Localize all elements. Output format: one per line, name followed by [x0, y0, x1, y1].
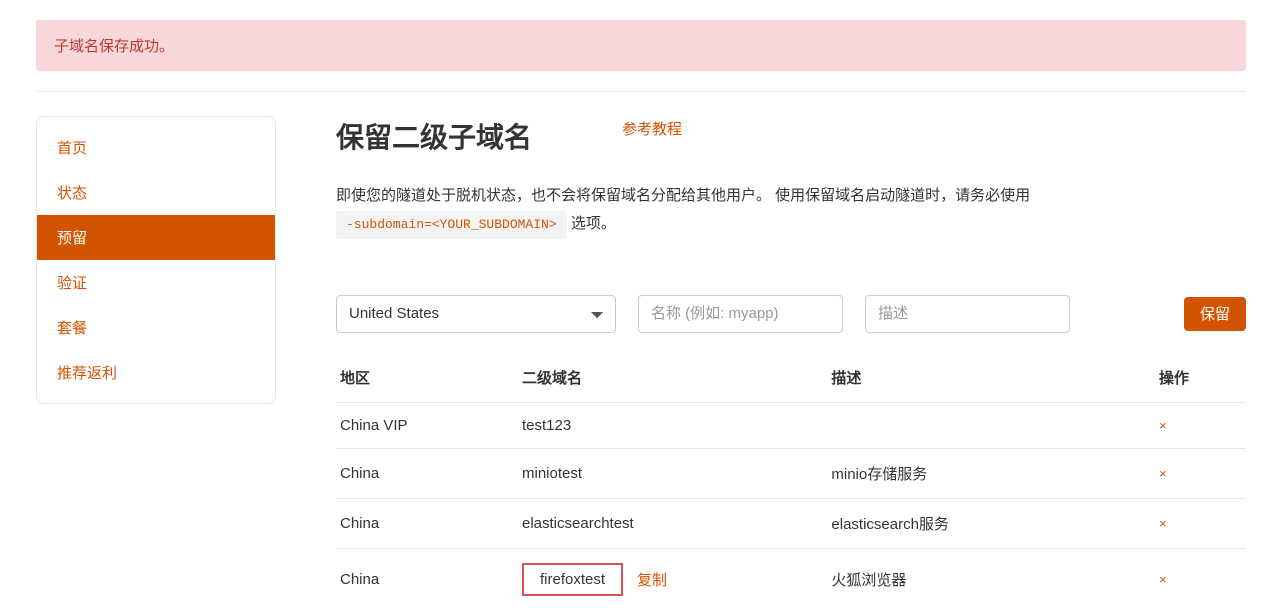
th-domain: 二级域名 [518, 353, 827, 403]
cell-domain: miniotest [518, 448, 827, 498]
cell-desc: elasticsearch服务 [827, 498, 1155, 548]
name-input[interactable] [638, 295, 843, 333]
page-title: 保留二级子域名 [336, 116, 532, 156]
table-body: China VIPtest123×Chinaminiotestminio存储服务… [336, 402, 1246, 610]
success-alert: 子域名保存成功。 [36, 20, 1246, 71]
domain-table: 地区 二级域名 描述 操作 China VIPtest123×Chinamini… [336, 353, 1246, 610]
desc-input[interactable] [865, 295, 1070, 333]
cell-domain: test123 [518, 402, 827, 448]
cell-action: × [1155, 498, 1246, 548]
cell-region: China [336, 498, 518, 548]
cell-region: China [336, 448, 518, 498]
tutorial-link[interactable]: 参考教程 [622, 118, 682, 139]
delete-icon[interactable]: × [1159, 466, 1167, 481]
delete-icon[interactable]: × [1159, 516, 1167, 531]
highlighted-domain: firefoxtest [522, 563, 623, 596]
cell-desc [827, 402, 1155, 448]
sidebar-item-home[interactable]: 首页 [37, 125, 275, 170]
table-row: Chinaelasticsearchtestelasticsearch服务 × [336, 498, 1246, 548]
sidebar-item-referral[interactable]: 推荐返利 [37, 350, 275, 395]
desc-part2: 选项。 [571, 215, 616, 232]
sidebar-item-reserve[interactable]: 预留 [37, 215, 275, 260]
description: 即使您的隧道处于脱机状态，也不会将保留域名分配给其他用户。 使用保留域名启动隧道… [336, 182, 1056, 239]
cell-action: × [1155, 448, 1246, 498]
delete-icon[interactable]: × [1159, 418, 1167, 433]
cell-region: China VIP [336, 402, 518, 448]
cell-domain: elasticsearchtest [518, 498, 827, 548]
delete-icon[interactable]: × [1159, 572, 1167, 587]
copy-link[interactable]: 复制 [637, 569, 667, 590]
divider [36, 91, 1246, 92]
reserve-form: United States 保留 [336, 295, 1246, 333]
sidebar-item-plan[interactable]: 套餐 [37, 305, 275, 350]
region-select[interactable]: United States [336, 295, 616, 333]
cell-desc: minio存储服务 [827, 448, 1155, 498]
th-desc: 描述 [827, 353, 1155, 403]
desc-part1: 即使您的隧道处于脱机状态，也不会将保留域名分配给其他用户。 使用保留域名启动隧道… [336, 187, 1030, 204]
sidebar-item-verify[interactable]: 验证 [37, 260, 275, 305]
th-region: 地区 [336, 353, 518, 403]
alert-text: 子域名保存成功。 [54, 38, 174, 55]
reserve-button[interactable]: 保留 [1184, 297, 1246, 331]
sidebar-item-status[interactable]: 状态 [37, 170, 275, 215]
main-content: 保留二级子域名 参考教程 即使您的隧道处于脱机状态，也不会将保留域名分配给其他用… [336, 116, 1246, 610]
sidebar: 首页状态预留验证套餐推荐返利 [36, 116, 276, 404]
table-row: Chinaminiotestminio存储服务 × [336, 448, 1246, 498]
cell-action: × [1155, 402, 1246, 448]
code-chip: -subdomain=<YOUR_SUBDOMAIN> [336, 211, 567, 239]
th-action: 操作 [1155, 353, 1246, 403]
table-row: China VIPtest123 × [336, 402, 1246, 448]
